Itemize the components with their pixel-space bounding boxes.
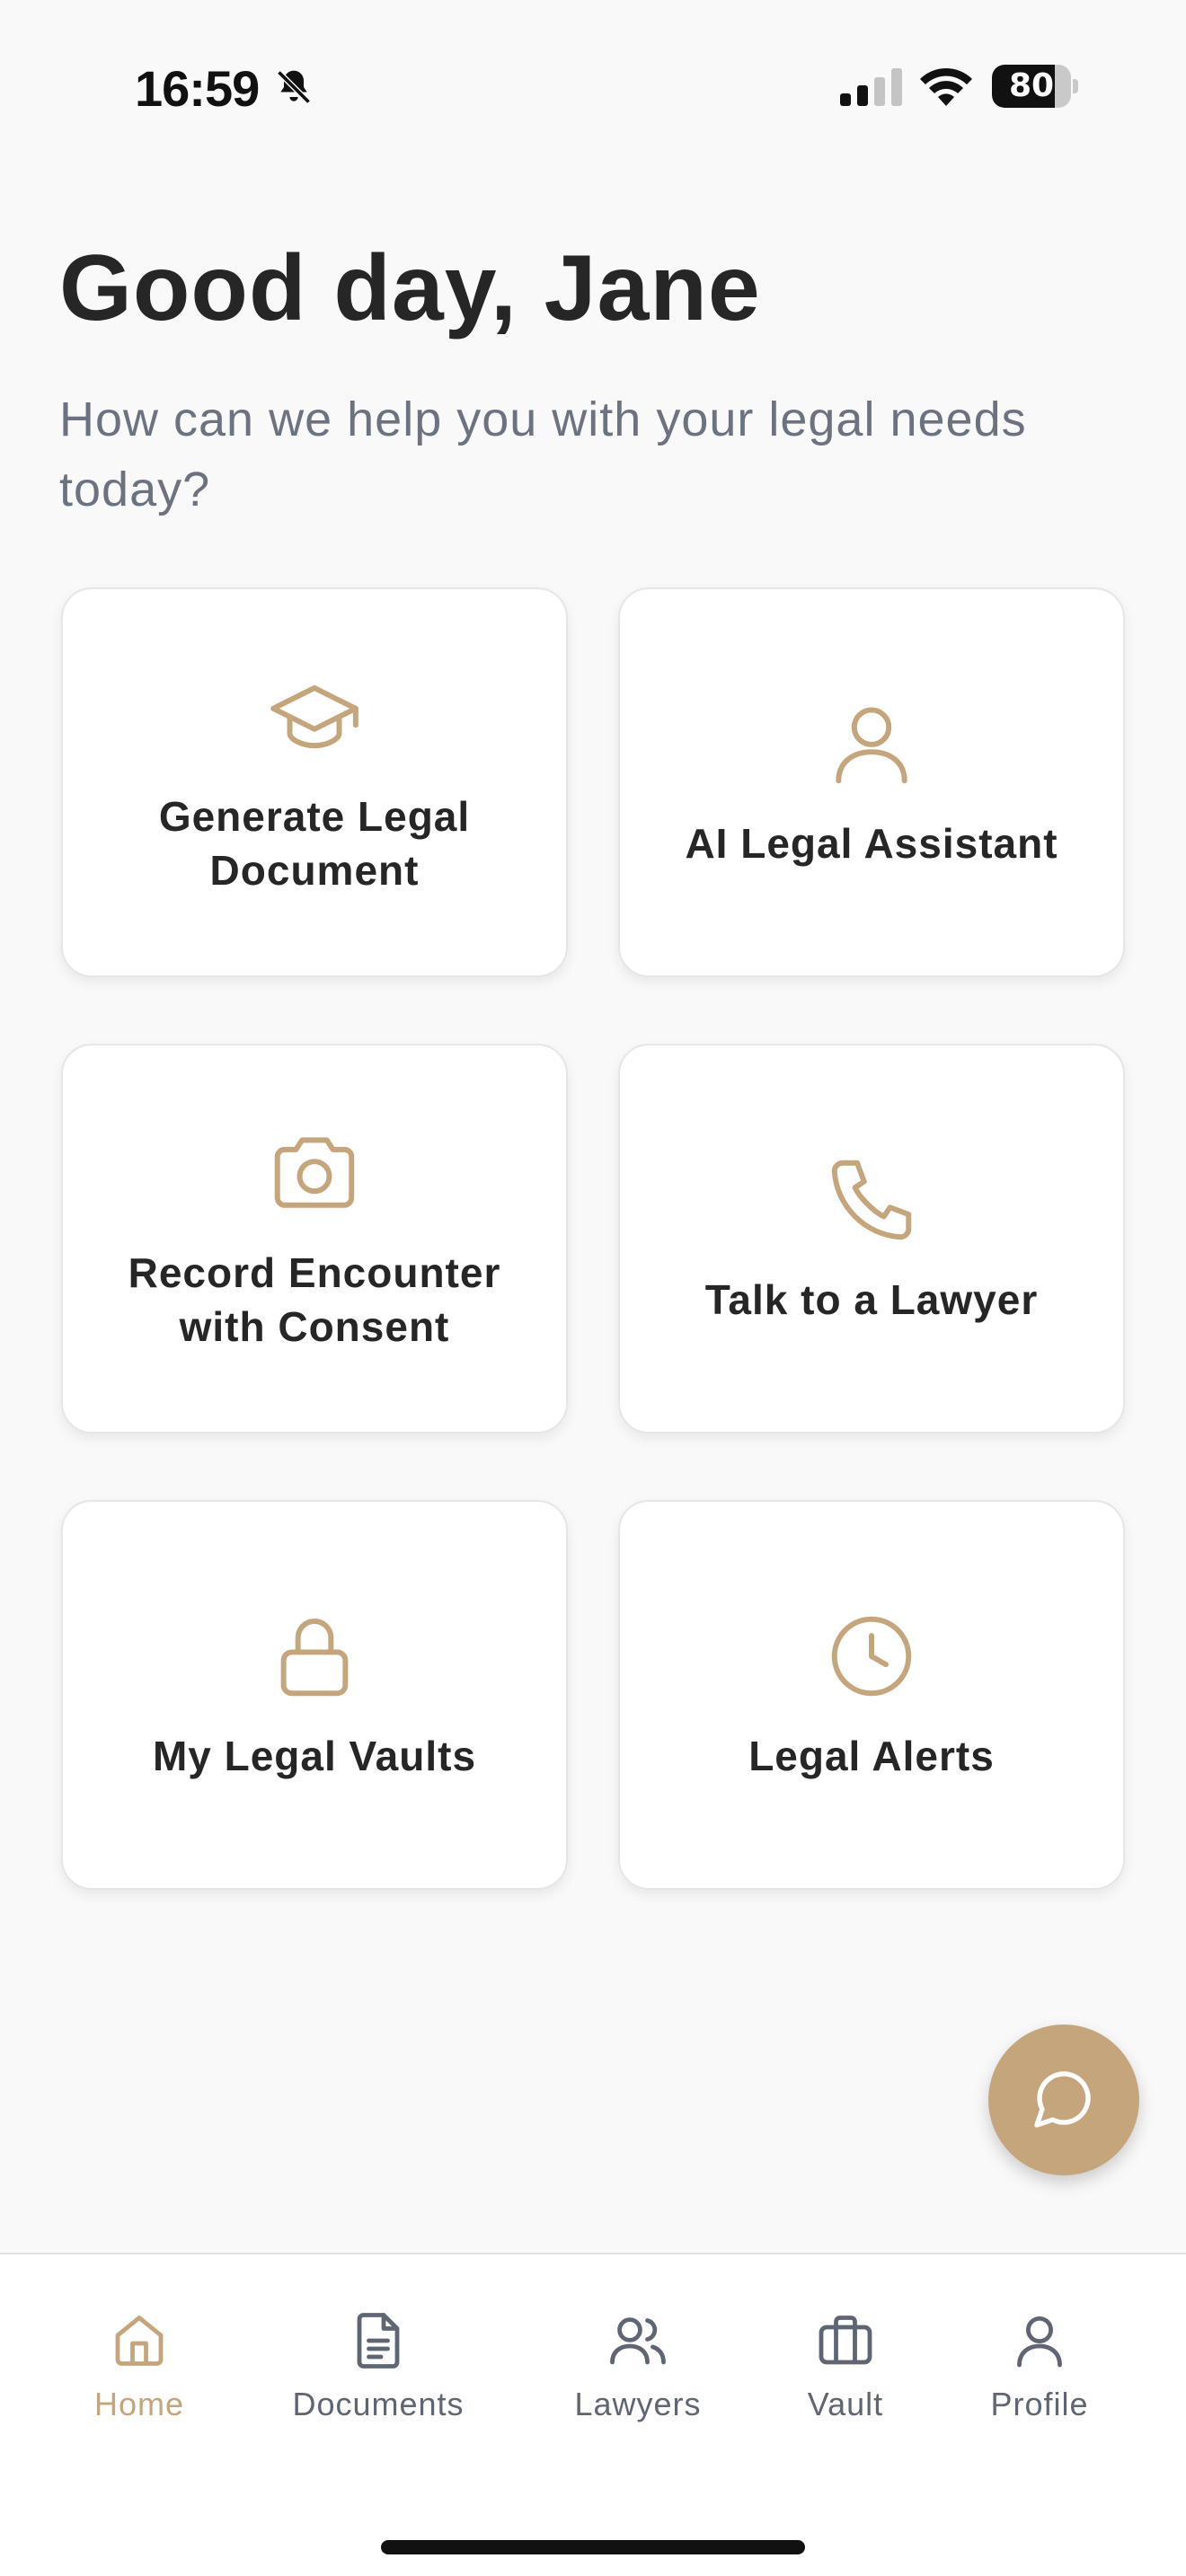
tab-lawyers[interactable]: Lawyers: [539, 2308, 737, 2423]
card-label: Generate Legal Document: [158, 793, 471, 894]
home-indicator: [381, 2540, 805, 2554]
card-talk-to-lawyer[interactable]: Talk to a Lawyer: [618, 1044, 1125, 1434]
camera-icon: [265, 1124, 364, 1222]
briefcase-icon: [813, 2308, 878, 2373]
page-subtitle: How can we help you with your legal need…: [59, 393, 1027, 516]
user-icon: [1007, 2308, 1072, 2373]
card-label: My Legal Vaults: [152, 1733, 477, 1779]
battery-level: 80: [1008, 67, 1055, 104]
tab-label: Profile: [990, 2386, 1089, 2422]
card-label: Talk to a Lawyer: [704, 1276, 1039, 1323]
document-icon: [346, 2308, 411, 2373]
card-my-legal-vaults[interactable]: My Legal Vaults: [61, 1500, 568, 1890]
tab-profile[interactable]: Profile: [941, 2308, 1138, 2423]
card-label: AI Legal Assistant: [685, 820, 1058, 867]
tab-documents[interactable]: Documents: [279, 2308, 477, 2423]
tab-label: Lawyers: [574, 2386, 702, 2422]
chat-button[interactable]: [988, 2025, 1139, 2175]
users-icon: [606, 2308, 670, 2373]
battery-icon: 80: [992, 65, 1078, 108]
graduation-cap-icon: [265, 667, 364, 766]
user-icon: [822, 694, 921, 793]
clock-icon: [822, 1607, 921, 1706]
lock-icon: [265, 1607, 364, 1706]
card-ai-legal-assistant[interactable]: AI Legal Assistant: [618, 587, 1125, 977]
phone-icon: [822, 1151, 921, 1249]
card-label: Record Encounter with Consent: [128, 1249, 501, 1350]
card-label: Legal Alerts: [748, 1733, 995, 1779]
wifi-icon: [918, 65, 974, 108]
tab-vault[interactable]: Vault: [747, 2308, 944, 2423]
bell-slash-icon: [274, 66, 314, 108]
chat-bubble-icon: [1031, 2066, 1096, 2135]
card-record-encounter[interactable]: Record Encounter with Consent: [61, 1044, 568, 1434]
cellular-signal-icon: [840, 68, 903, 106]
card-generate-legal-document[interactable]: Generate Legal Document: [61, 587, 568, 977]
tab-label: Vault: [807, 2386, 884, 2422]
status-bar: 16:59 80: [0, 0, 1186, 171]
card-legal-alerts[interactable]: Legal Alerts: [618, 1500, 1125, 1890]
page-title: Good day, Jane: [59, 236, 761, 340]
tab-home[interactable]: Home: [40, 2308, 238, 2423]
tab-label: Documents: [292, 2386, 465, 2422]
home-icon: [107, 2308, 172, 2373]
tab-label: Home: [93, 2386, 185, 2422]
status-time: 16:59: [135, 60, 260, 117]
